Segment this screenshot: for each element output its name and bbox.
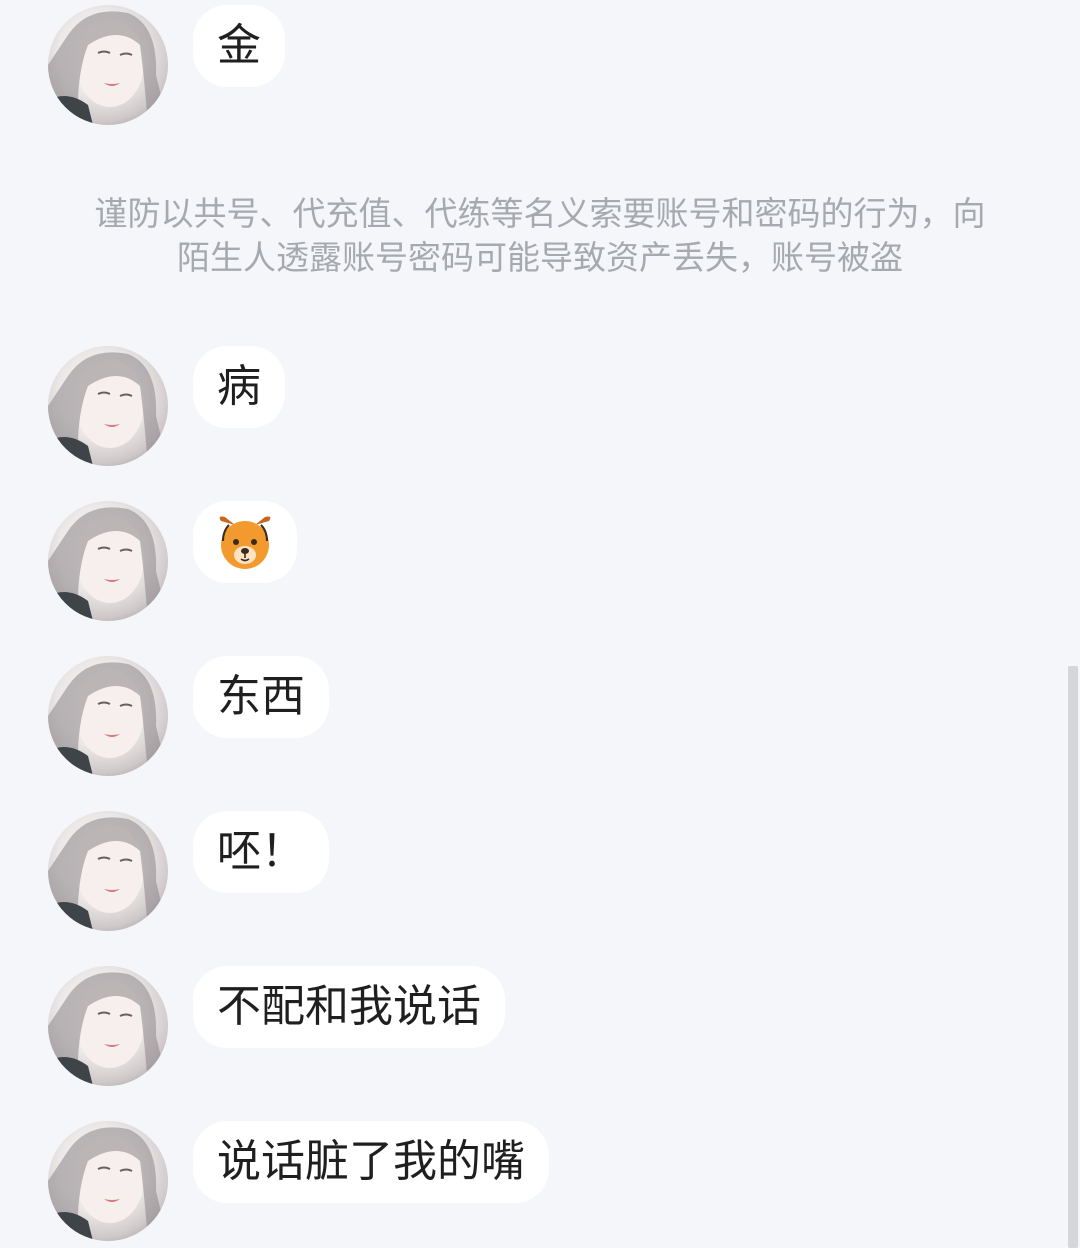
avatar[interactable] (48, 656, 168, 776)
message-row: 病 (48, 346, 1048, 466)
message-row: 金 (48, 5, 1048, 125)
chat-window: 金 谨防以共号、代充值、代练等名义索要账号和密码的行为，向陌生人透露账号密码可能… (0, 0, 1080, 1248)
message-row: 东西 (48, 656, 1048, 776)
dog-face-emoji-icon (219, 516, 271, 569)
message-row: 说话脏了我的嘴 (48, 1121, 1048, 1241)
message-bubble[interactable]: 不配和我说话 (193, 966, 505, 1048)
avatar[interactable] (48, 811, 168, 931)
security-notice: 谨防以共号、代充值、代练等名义索要账号和密码的行为，向陌生人透露账号密码可能导致… (94, 194, 986, 277)
avatar[interactable] (48, 966, 168, 1086)
message-bubble[interactable]: 病 (193, 346, 285, 428)
avatar[interactable] (48, 346, 168, 466)
message-row: 不配和我说话 (48, 966, 1048, 1086)
scrollbar[interactable] (1068, 666, 1078, 1248)
message-bubble[interactable]: 东西 (193, 656, 329, 738)
avatar[interactable] (48, 501, 168, 621)
message-row (48, 501, 1048, 621)
message-bubble[interactable]: 说话脏了我的嘴 (193, 1121, 549, 1203)
message-row: 呸！ (48, 811, 1048, 931)
message-bubble[interactable] (193, 501, 297, 583)
message-bubble[interactable]: 金 (193, 5, 285, 87)
avatar[interactable] (48, 1121, 168, 1241)
message-bubble[interactable]: 呸！ (193, 811, 329, 893)
avatar[interactable] (48, 5, 168, 125)
